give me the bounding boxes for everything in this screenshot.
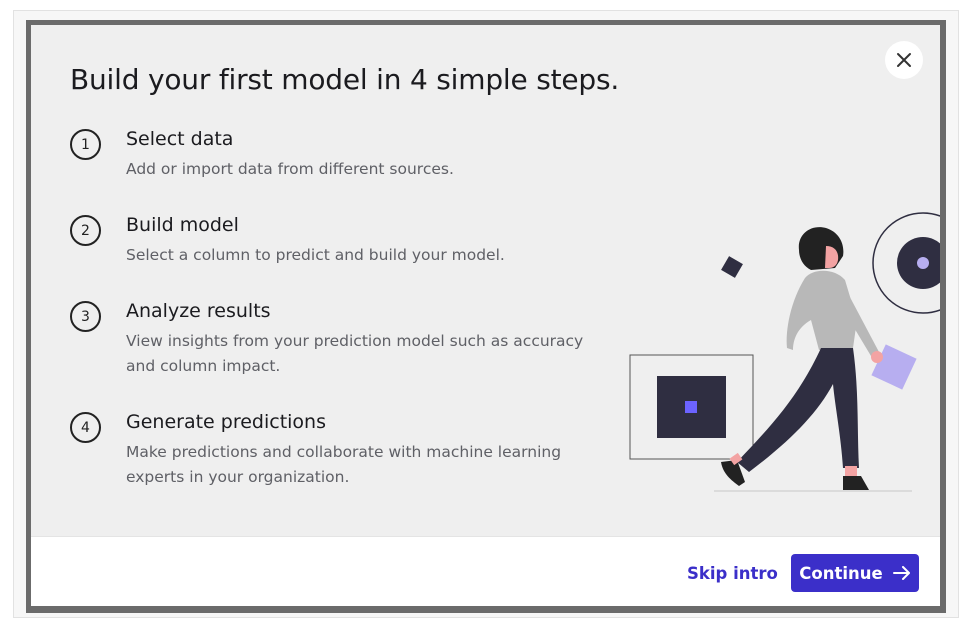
step-number-badge: 4 bbox=[70, 412, 101, 443]
skip-intro-button[interactable]: Skip intro bbox=[687, 564, 778, 583]
step-number-badge: 3 bbox=[70, 301, 101, 332]
close-button[interactable] bbox=[885, 41, 923, 79]
step-title: Build model bbox=[126, 214, 239, 236]
continue-button[interactable]: Continue bbox=[791, 554, 919, 592]
close-icon[interactable] bbox=[896, 52, 912, 68]
onboarding-dialog: Build your first model in 4 simple steps… bbox=[31, 25, 940, 606]
step-title: Generate predictions bbox=[126, 411, 327, 433]
step-description: Select a column to predict and build you… bbox=[126, 246, 505, 264]
dialog-title: Build your first model in 4 simple steps… bbox=[70, 63, 620, 96]
step-description: Make predictions and collaborate with ma… bbox=[126, 443, 562, 486]
step-title: Analyze results bbox=[126, 300, 271, 322]
continue-label: Continue bbox=[799, 563, 883, 583]
dialog-footer: Skip intro Continue bbox=[31, 536, 940, 606]
step-description: Add or import data from different source… bbox=[126, 160, 454, 178]
step-number-badge: 1 bbox=[70, 129, 101, 160]
step-description: View insights from your prediction model… bbox=[126, 332, 584, 375]
arrow-right-icon bbox=[892, 566, 910, 580]
step-title: Select data bbox=[126, 128, 234, 150]
person-illustration bbox=[629, 212, 940, 492]
step-number-badge: 2 bbox=[70, 215, 101, 246]
